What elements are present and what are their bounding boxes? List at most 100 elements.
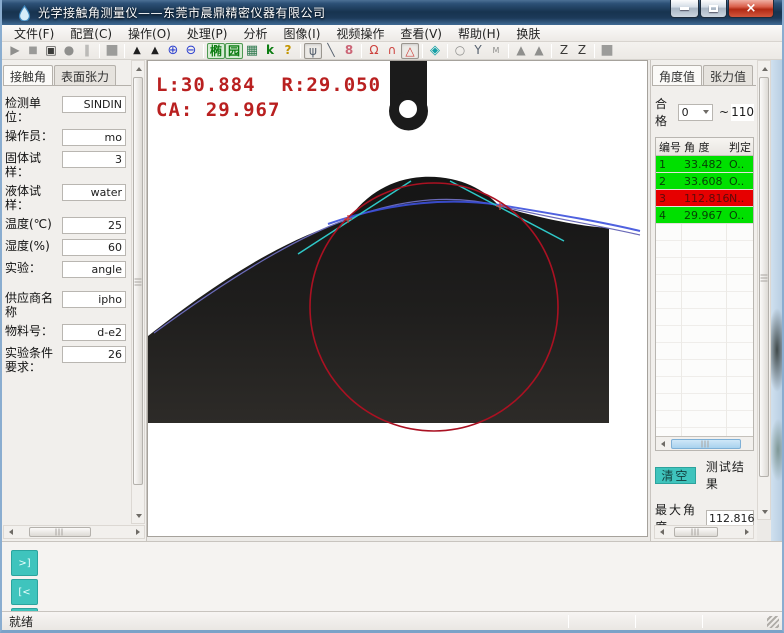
menu-image[interactable]: 图像(I) xyxy=(275,24,328,43)
sessile-drop-flat-icon[interactable]: ∩ xyxy=(383,43,401,59)
tab-angle-values[interactable]: 角度值 xyxy=(652,65,702,85)
clear-results-row: 清空 测试结果 xyxy=(655,458,754,492)
clear-button[interactable]: 清空 xyxy=(655,467,696,484)
tab-contact-angle[interactable]: 接触角 xyxy=(3,65,53,85)
menu-analyze[interactable]: 分析 xyxy=(235,24,275,43)
menu-operate[interactable]: 操作(O) xyxy=(120,24,179,43)
flask-icon[interactable]: Y xyxy=(469,43,487,59)
results-panel: 角度值 张力值 合格 0 ~ 110 编号 角 度 判定 1 33.482 O.… xyxy=(650,60,757,541)
circle-tool-icon[interactable]: ○ xyxy=(451,43,469,59)
menu-video[interactable]: 视频操作 xyxy=(328,24,392,43)
field-input-liquid-sample[interactable]: water xyxy=(62,184,126,201)
data-table-icon[interactable]: ▦ xyxy=(243,43,261,59)
scroll-thumb[interactable] xyxy=(671,439,741,449)
status-separator xyxy=(702,615,703,628)
sessile-drop-high-icon[interactable]: Ω xyxy=(365,43,383,59)
step-forward-button[interactable]: >] xyxy=(11,550,38,576)
step-back-button[interactable]: [< xyxy=(11,579,38,605)
field-input-operator[interactable]: mo xyxy=(62,129,126,146)
minimize-button[interactable] xyxy=(670,0,699,18)
k-factor-icon[interactable]: k xyxy=(261,43,279,59)
tilt-z-icon[interactable]: Z xyxy=(573,43,591,59)
field-input-solid-sample[interactable]: 3 xyxy=(62,151,126,168)
qualified-max-input[interactable]: 110 xyxy=(731,104,754,121)
field-input-humidity[interactable]: 60 xyxy=(62,239,126,256)
gray-drop-icon[interactable]: ▲ xyxy=(512,43,530,59)
scroll-left-button[interactable] xyxy=(4,526,17,539)
table-row-3[interactable]: 3 112.816 N.. xyxy=(656,190,753,207)
field-input-temperature[interactable]: 25 xyxy=(62,217,126,234)
scroll-thumb[interactable] xyxy=(29,527,91,537)
scroll-right-button[interactable] xyxy=(740,526,753,539)
marker-up-icon[interactable]: ▲ xyxy=(128,43,146,59)
left-panel-vscrollbar[interactable] xyxy=(131,60,145,524)
crosshair-circle-icon[interactable]: ⊕ xyxy=(164,43,182,59)
scroll-thumb[interactable] xyxy=(674,527,718,537)
right-panel-hscrollbar[interactable] xyxy=(654,525,754,539)
scroll-right-button[interactable] xyxy=(131,526,144,539)
table-hscrollbar[interactable] xyxy=(656,436,753,450)
col-judge: 判定 xyxy=(727,139,751,155)
menu-process[interactable]: 处理(P) xyxy=(179,24,236,43)
gray-drop-icon[interactable]: ▲ xyxy=(530,43,548,59)
scroll-up-button[interactable] xyxy=(758,62,771,75)
resize-grip[interactable] xyxy=(767,616,779,628)
menu-help[interactable]: 帮助(H) xyxy=(450,24,508,43)
scroll-up-button[interactable] xyxy=(132,62,145,75)
record-icon[interactable]: ● xyxy=(60,43,78,59)
scroll-thumb[interactable] xyxy=(133,77,143,485)
scroll-down-button[interactable] xyxy=(132,509,145,522)
scroll-left-button[interactable] xyxy=(656,437,669,450)
right-panel-vscrollbar[interactable] xyxy=(757,60,771,520)
field-input-material-no[interactable]: d-e2 xyxy=(62,324,126,341)
row-judge: O.. xyxy=(727,158,751,171)
scroll-left-button[interactable] xyxy=(655,526,668,539)
play-icon[interactable]: ▶ xyxy=(6,43,24,59)
toolbar-separator xyxy=(99,44,100,58)
field-input-experiment[interactable]: angle xyxy=(62,261,126,278)
camera-icon[interactable]: ▣ xyxy=(42,43,60,59)
scroll-up-icon xyxy=(762,67,768,71)
maximize-icon xyxy=(709,5,718,12)
ellipse-fit-icon[interactable]: 椭 xyxy=(207,43,225,59)
menu-skin[interactable]: 换肤 xyxy=(508,24,548,43)
field-input-supplier-name[interactable]: ipho xyxy=(62,291,126,308)
qualified-min-select[interactable]: 0 xyxy=(678,104,713,121)
measurement-readout: L:30.884R:29.050 CA: 29.967 xyxy=(156,73,381,123)
minus-circle-icon[interactable]: ⊖ xyxy=(182,43,200,59)
frame-icon[interactable]: ■ xyxy=(103,43,121,59)
m-mode-icon[interactable]: M xyxy=(487,43,505,59)
menu-config[interactable]: 配置(C) xyxy=(62,24,120,43)
circle-fit-icon[interactable]: 园 xyxy=(225,43,243,59)
hand-grab-icon[interactable]: ψ xyxy=(304,43,322,59)
toolbar-separator xyxy=(551,44,552,58)
scroll-down-button[interactable] xyxy=(758,505,771,518)
tilt-z-icon[interactable]: Z xyxy=(555,43,573,59)
field-row-temperature: 温度(℃) 25 xyxy=(5,217,126,234)
stop-icon[interactable]: ■ xyxy=(24,43,42,59)
pause-icon[interactable]: ∥ xyxy=(78,43,96,59)
left-panel-hscrollbar[interactable] xyxy=(3,525,145,539)
field-input-detection-unit[interactable]: SINDIN xyxy=(62,96,126,113)
angle-eight-icon[interactable]: 8 xyxy=(340,43,358,59)
maximize-button[interactable] xyxy=(700,0,727,18)
drop-angle-icon[interactable]: △ xyxy=(401,43,419,59)
max-angle-input[interactable]: 112.816 xyxy=(706,510,754,527)
key-icon[interactable]: ? xyxy=(279,43,297,59)
menu-view[interactable]: 查看(V) xyxy=(392,24,450,43)
marker-up-icon[interactable]: ▲ xyxy=(146,43,164,59)
close-button[interactable]: × xyxy=(728,0,774,18)
right-angle-value: R:29.050 xyxy=(282,74,382,96)
menu-file[interactable]: 文件(F) xyxy=(6,24,62,43)
table-row-4[interactable]: 4 29.967 O.. xyxy=(656,207,753,224)
end-square-icon[interactable]: ■ xyxy=(598,43,616,59)
field-input-experiment-condition[interactable]: 26 xyxy=(62,346,126,363)
tab-tension-values[interactable]: 张力值 xyxy=(703,65,753,85)
line-tool-icon[interactable]: ╲ xyxy=(322,43,340,59)
scroll-thumb[interactable] xyxy=(759,77,769,477)
globe-icon[interactable]: ◈ xyxy=(426,43,444,59)
thumb-grip xyxy=(56,529,65,536)
table-row-2[interactable]: 2 33.608 O.. xyxy=(656,173,753,190)
tab-surface-tension[interactable]: 表面张力 xyxy=(54,65,116,85)
table-row-1[interactable]: 1 33.482 O.. xyxy=(656,156,753,173)
